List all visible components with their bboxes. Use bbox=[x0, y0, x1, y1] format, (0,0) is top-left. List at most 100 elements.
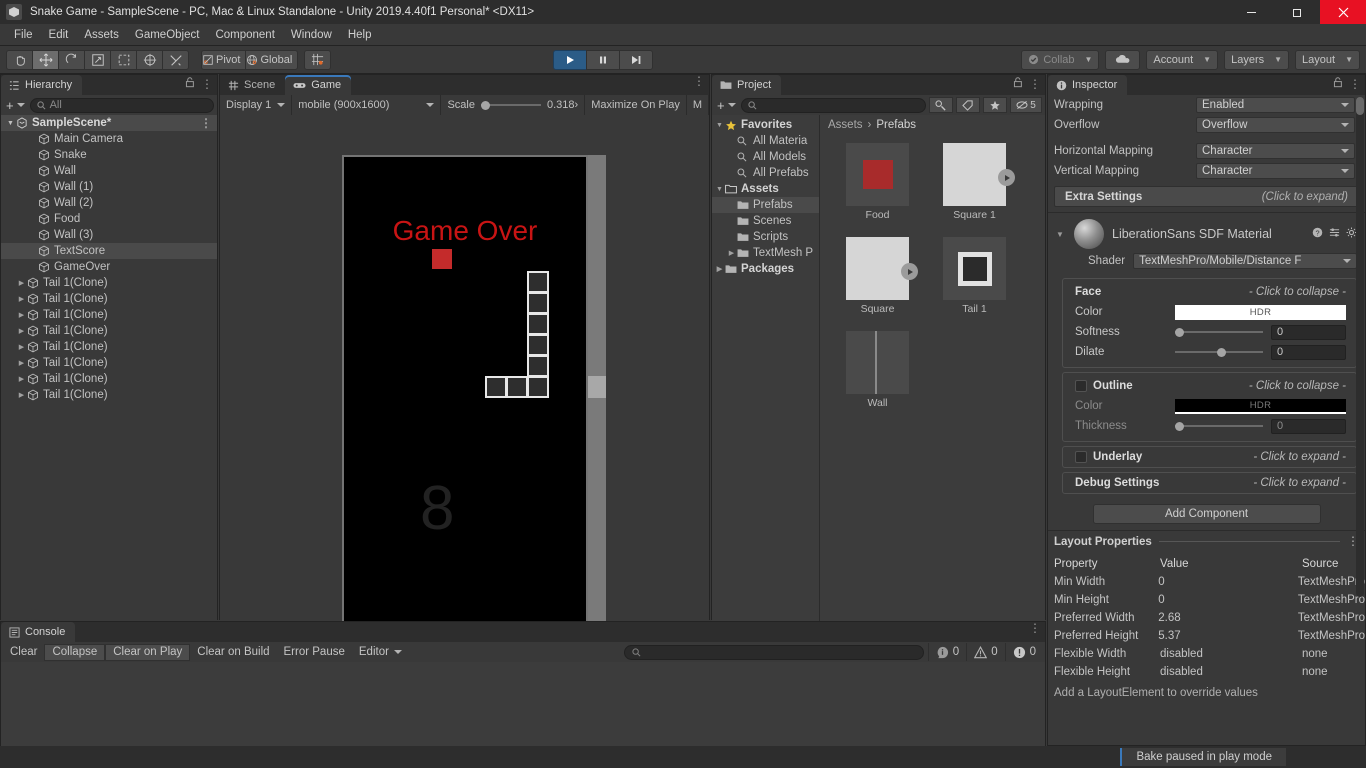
expand-triangle-icon[interactable]: ▶ bbox=[16, 343, 27, 351]
project-tree-item[interactable]: All Materia bbox=[712, 133, 819, 149]
project-search-input[interactable] bbox=[740, 97, 926, 113]
face-softness-value[interactable]: 0 bbox=[1271, 324, 1346, 340]
menu-edit[interactable]: Edit bbox=[41, 27, 77, 43]
underlay-checkbox[interactable] bbox=[1075, 451, 1087, 463]
menu-assets[interactable]: Assets bbox=[76, 27, 127, 43]
scene-menu-icon[interactable]: ⋮ bbox=[200, 117, 212, 129]
outline-thickness-value[interactable]: 0 bbox=[1271, 418, 1346, 434]
tab-project[interactable]: Project bbox=[712, 75, 782, 95]
overflow-dropdown[interactable]: Overflow bbox=[1196, 117, 1355, 133]
maximize-icon[interactable] bbox=[1274, 0, 1320, 24]
menu-gameobject[interactable]: GameObject bbox=[127, 27, 208, 43]
hierarchy-item[interactable]: Wall (1) bbox=[1, 179, 217, 195]
clear-on-play-button[interactable]: Clear on Play bbox=[105, 643, 191, 661]
maximize-on-play-button[interactable]: Maximize On Play bbox=[585, 95, 687, 115]
outline-color-swatch[interactable]: HDR bbox=[1175, 398, 1346, 414]
favorites-icon[interactable] bbox=[983, 97, 1007, 113]
asset-item[interactable]: Square bbox=[846, 237, 918, 315]
prefab-open-icon[interactable] bbox=[998, 169, 1015, 186]
hierarchy-item[interactable]: Food bbox=[1, 211, 217, 227]
hidden-packages-indicator[interactable]: 5 bbox=[1010, 97, 1042, 113]
scale-slider[interactable] bbox=[480, 100, 541, 110]
tab-console[interactable]: Console bbox=[1, 622, 76, 642]
cloud-button[interactable] bbox=[1105, 49, 1141, 70]
error-pause-button[interactable]: Error Pause bbox=[277, 644, 352, 661]
outline-checkbox[interactable] bbox=[1075, 380, 1087, 392]
expand-triangle-icon[interactable]: ▶ bbox=[16, 279, 27, 287]
hierarchy-item[interactable]: ▶ Tail 1(Clone) bbox=[1, 307, 217, 323]
layers-button[interactable]: Layers ▼ bbox=[1224, 49, 1290, 70]
display-dropdown[interactable]: Display 1 bbox=[220, 95, 293, 115]
info-counter[interactable]: 0 bbox=[927, 643, 966, 661]
menu-help[interactable]: Help bbox=[340, 27, 380, 43]
asset-item[interactable]: Wall bbox=[846, 331, 909, 409]
wrapping-dropdown[interactable]: Enabled bbox=[1196, 97, 1355, 113]
asset-item[interactable]: Square 1 bbox=[943, 143, 1015, 221]
underlay-group[interactable]: Underlay - Click to expand - bbox=[1062, 446, 1357, 468]
lock-icon[interactable] bbox=[1333, 77, 1343, 91]
face-color-swatch[interactable]: HDR bbox=[1175, 304, 1346, 320]
tab-game[interactable]: Game bbox=[285, 75, 352, 95]
clear-button[interactable]: Clear bbox=[3, 644, 44, 661]
debug-settings-group[interactable]: Debug Settings - Click to expand - bbox=[1062, 472, 1357, 494]
editor-dropdown-button[interactable]: Editor bbox=[352, 644, 409, 661]
hierarchy-item[interactable]: Main Camera bbox=[1, 131, 217, 147]
filter-by-label-icon[interactable] bbox=[956, 97, 980, 113]
close-icon[interactable] bbox=[1320, 0, 1366, 24]
project-tree-item[interactable]: All Models bbox=[712, 149, 819, 165]
step-icon[interactable] bbox=[619, 49, 653, 70]
inspector-scrollbar[interactable] bbox=[1356, 97, 1364, 597]
tab-inspector[interactable]: Inspector bbox=[1048, 75, 1128, 95]
expand-triangle-icon[interactable]: ▼ bbox=[714, 186, 725, 193]
project-tree-item[interactable]: ▼ Favorites bbox=[712, 117, 819, 133]
minimize-icon[interactable] bbox=[1228, 0, 1274, 24]
menu-component[interactable]: Component bbox=[207, 27, 282, 43]
hierarchy-item[interactable]: ▶ Tail 1(Clone) bbox=[1, 355, 217, 371]
face-header[interactable]: Face - Click to collapse - bbox=[1063, 282, 1356, 302]
expand-triangle-icon[interactable]: ▶ bbox=[16, 311, 27, 319]
global-button[interactable]: Global bbox=[245, 49, 299, 70]
create-object-button[interactable]: + bbox=[4, 97, 27, 113]
expand-triangle-icon[interactable]: ▼ bbox=[714, 122, 725, 129]
expand-triangle-icon[interactable]: ▶ bbox=[714, 265, 725, 273]
expand-triangle-icon[interactable]: ▼ bbox=[5, 120, 16, 127]
mute-audio-button[interactable]: M bbox=[687, 95, 709, 115]
console-menu-icon[interactable]: ⋮ bbox=[1029, 622, 1041, 634]
tab-hierarchy[interactable]: Hierarchy bbox=[1, 75, 83, 95]
hierarchy-scene-row[interactable]: ▼ SampleScene* ⋮ bbox=[1, 115, 217, 131]
project-tree-item[interactable]: ▶ TextMesh P bbox=[712, 245, 819, 261]
hierarchy-item[interactable]: GameOver bbox=[1, 259, 217, 275]
hand-tool-button[interactable] bbox=[6, 49, 33, 70]
scale-tool-button[interactable] bbox=[84, 49, 111, 70]
rotate-tool-button[interactable] bbox=[58, 49, 85, 70]
project-tree-item[interactable]: ▶ Packages bbox=[712, 261, 819, 277]
error-counter[interactable]: 0 bbox=[1004, 643, 1043, 661]
move-tool-button[interactable] bbox=[32, 49, 59, 70]
expand-triangle-icon[interactable]: ▶ bbox=[726, 249, 737, 257]
create-asset-button[interactable]: + bbox=[715, 97, 738, 113]
project-tree-item[interactable]: Prefabs bbox=[712, 197, 819, 213]
collab-button[interactable]: Collab ▼ bbox=[1021, 49, 1100, 70]
project-tree-item[interactable]: ▼ Assets bbox=[712, 181, 819, 197]
filter-by-type-icon[interactable] bbox=[929, 97, 953, 113]
rect-tool-button[interactable] bbox=[110, 49, 137, 70]
hierarchy-item[interactable]: ▶ Tail 1(Clone) bbox=[1, 275, 217, 291]
breadcrumb-assets[interactable]: Assets bbox=[828, 119, 863, 131]
game-menu-icon[interactable]: ⋮ bbox=[693, 75, 705, 87]
lock-icon[interactable] bbox=[1013, 77, 1023, 91]
pivot-button[interactable]: Pivot bbox=[201, 49, 247, 70]
hierarchy-item[interactable]: Wall (2) bbox=[1, 195, 217, 211]
face-dilate-slider[interactable] bbox=[1175, 347, 1263, 357]
tab-scene[interactable]: Scene bbox=[220, 75, 285, 95]
horizontal-mapping-dropdown[interactable]: Character bbox=[1196, 143, 1355, 159]
expand-triangle-icon[interactable]: ▶ bbox=[16, 327, 27, 335]
transform-tool-button[interactable] bbox=[136, 49, 163, 70]
preset-icon[interactable] bbox=[1329, 227, 1340, 241]
resolution-dropdown[interactable]: mobile (900x1600) bbox=[292, 95, 442, 115]
expand-triangle-icon[interactable]: ▶ bbox=[16, 375, 27, 383]
hierarchy-item[interactable]: ▶ Tail 1(Clone) bbox=[1, 323, 217, 339]
outline-header[interactable]: Outline - Click to collapse - bbox=[1063, 376, 1356, 396]
project-tree-item[interactable]: All Prefabs bbox=[712, 165, 819, 181]
help-icon[interactable]: ? bbox=[1312, 227, 1323, 241]
status-message[interactable]: Bake paused in play mode bbox=[1120, 748, 1286, 766]
